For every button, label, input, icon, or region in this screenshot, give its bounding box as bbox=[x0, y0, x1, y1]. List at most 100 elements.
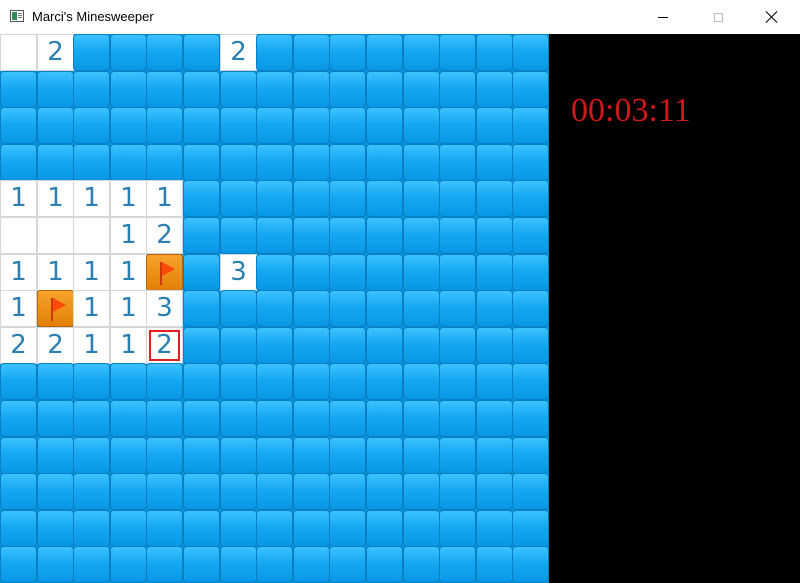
hidden-cell[interactable] bbox=[256, 546, 293, 583]
hidden-cell[interactable] bbox=[110, 510, 147, 547]
hidden-cell[interactable] bbox=[403, 71, 440, 108]
hidden-cell[interactable] bbox=[476, 473, 513, 510]
maximize-button[interactable] bbox=[695, 0, 741, 34]
hidden-cell[interactable] bbox=[110, 34, 147, 71]
revealed-number-cell[interactable]: 1 bbox=[0, 254, 37, 291]
revealed-empty-cell[interactable] bbox=[0, 34, 37, 71]
hidden-cell[interactable] bbox=[403, 363, 440, 400]
hidden-cell[interactable] bbox=[403, 144, 440, 181]
hidden-cell[interactable] bbox=[366, 71, 403, 108]
hidden-cell[interactable] bbox=[293, 400, 330, 437]
hidden-cell[interactable] bbox=[0, 437, 37, 474]
hidden-cell[interactable] bbox=[329, 400, 366, 437]
hidden-cell[interactable] bbox=[512, 473, 549, 510]
hidden-cell[interactable] bbox=[73, 71, 110, 108]
hidden-cell[interactable] bbox=[73, 546, 110, 583]
hidden-cell[interactable] bbox=[439, 180, 476, 217]
hidden-cell[interactable] bbox=[439, 254, 476, 291]
hidden-cell[interactable] bbox=[0, 363, 37, 400]
hidden-cell[interactable] bbox=[73, 473, 110, 510]
hidden-cell[interactable] bbox=[146, 71, 183, 108]
hidden-cell[interactable] bbox=[146, 437, 183, 474]
revealed-number-cell[interactable]: 2 bbox=[146, 327, 183, 364]
hidden-cell[interactable] bbox=[110, 107, 147, 144]
hidden-cell[interactable] bbox=[256, 71, 293, 108]
hidden-cell[interactable] bbox=[366, 327, 403, 364]
hidden-cell[interactable] bbox=[146, 107, 183, 144]
hidden-cell[interactable] bbox=[403, 107, 440, 144]
hidden-cell[interactable] bbox=[0, 473, 37, 510]
hidden-cell[interactable] bbox=[110, 546, 147, 583]
hidden-cell[interactable] bbox=[476, 107, 513, 144]
hidden-cell[interactable] bbox=[183, 473, 220, 510]
revealed-number-cell[interactable]: 1 bbox=[37, 180, 74, 217]
revealed-number-cell[interactable]: 1 bbox=[73, 254, 110, 291]
hidden-cell[interactable] bbox=[220, 180, 257, 217]
hidden-cell[interactable] bbox=[329, 71, 366, 108]
hidden-cell[interactable] bbox=[439, 290, 476, 327]
hidden-cell[interactable] bbox=[0, 107, 37, 144]
hidden-cell[interactable] bbox=[110, 437, 147, 474]
hidden-cell[interactable] bbox=[293, 254, 330, 291]
hidden-cell[interactable] bbox=[403, 290, 440, 327]
hidden-cell[interactable] bbox=[329, 363, 366, 400]
hidden-cell[interactable] bbox=[476, 546, 513, 583]
revealed-number-cell[interactable]: 2 bbox=[37, 34, 74, 71]
revealed-number-cell[interactable]: 1 bbox=[146, 180, 183, 217]
hidden-cell[interactable] bbox=[220, 327, 257, 364]
hidden-cell[interactable] bbox=[366, 290, 403, 327]
hidden-cell[interactable] bbox=[366, 510, 403, 547]
hidden-cell[interactable] bbox=[183, 180, 220, 217]
hidden-cell[interactable] bbox=[329, 144, 366, 181]
hidden-cell[interactable] bbox=[183, 546, 220, 583]
hidden-cell[interactable] bbox=[403, 180, 440, 217]
revealed-number-cell[interactable]: 1 bbox=[73, 327, 110, 364]
hidden-cell[interactable] bbox=[329, 34, 366, 71]
hidden-cell[interactable] bbox=[37, 473, 74, 510]
hidden-cell[interactable] bbox=[512, 217, 549, 254]
hidden-cell[interactable] bbox=[37, 510, 74, 547]
hidden-cell[interactable] bbox=[403, 437, 440, 474]
hidden-cell[interactable] bbox=[256, 107, 293, 144]
hidden-cell[interactable] bbox=[512, 71, 549, 108]
hidden-cell[interactable] bbox=[73, 510, 110, 547]
hidden-cell[interactable] bbox=[366, 180, 403, 217]
revealed-empty-cell[interactable] bbox=[37, 217, 74, 254]
hidden-cell[interactable] bbox=[220, 546, 257, 583]
hidden-cell[interactable] bbox=[73, 34, 110, 71]
hidden-cell[interactable] bbox=[512, 437, 549, 474]
hidden-cell[interactable] bbox=[366, 437, 403, 474]
revealed-number-cell[interactable]: 1 bbox=[37, 254, 74, 291]
hidden-cell[interactable] bbox=[37, 71, 74, 108]
hidden-cell[interactable] bbox=[329, 290, 366, 327]
hidden-cell[interactable] bbox=[0, 71, 37, 108]
revealed-number-cell[interactable]: 1 bbox=[73, 180, 110, 217]
revealed-number-cell[interactable]: 1 bbox=[110, 254, 147, 291]
hidden-cell[interactable] bbox=[512, 290, 549, 327]
revealed-number-cell[interactable]: 1 bbox=[73, 290, 110, 327]
hidden-cell[interactable] bbox=[146, 473, 183, 510]
hidden-cell[interactable] bbox=[293, 437, 330, 474]
hidden-cell[interactable] bbox=[366, 546, 403, 583]
hidden-cell[interactable] bbox=[512, 546, 549, 583]
hidden-cell[interactable] bbox=[146, 400, 183, 437]
revealed-number-cell[interactable]: 2 bbox=[146, 217, 183, 254]
hidden-cell[interactable] bbox=[329, 217, 366, 254]
hidden-cell[interactable] bbox=[293, 473, 330, 510]
hidden-cell[interactable] bbox=[256, 437, 293, 474]
hidden-cell[interactable] bbox=[110, 144, 147, 181]
hidden-cell[interactable] bbox=[220, 473, 257, 510]
hidden-cell[interactable] bbox=[512, 254, 549, 291]
hidden-cell[interactable] bbox=[146, 34, 183, 71]
hidden-cell[interactable] bbox=[293, 327, 330, 364]
hidden-cell[interactable] bbox=[110, 363, 147, 400]
hidden-cell[interactable] bbox=[512, 34, 549, 71]
hidden-cell[interactable] bbox=[403, 34, 440, 71]
hidden-cell[interactable] bbox=[366, 473, 403, 510]
hidden-cell[interactable] bbox=[476, 510, 513, 547]
hidden-cell[interactable] bbox=[329, 180, 366, 217]
revealed-number-cell[interactable]: 2 bbox=[0, 327, 37, 364]
hidden-cell[interactable] bbox=[37, 400, 74, 437]
hidden-cell[interactable] bbox=[439, 437, 476, 474]
hidden-cell[interactable] bbox=[329, 546, 366, 583]
